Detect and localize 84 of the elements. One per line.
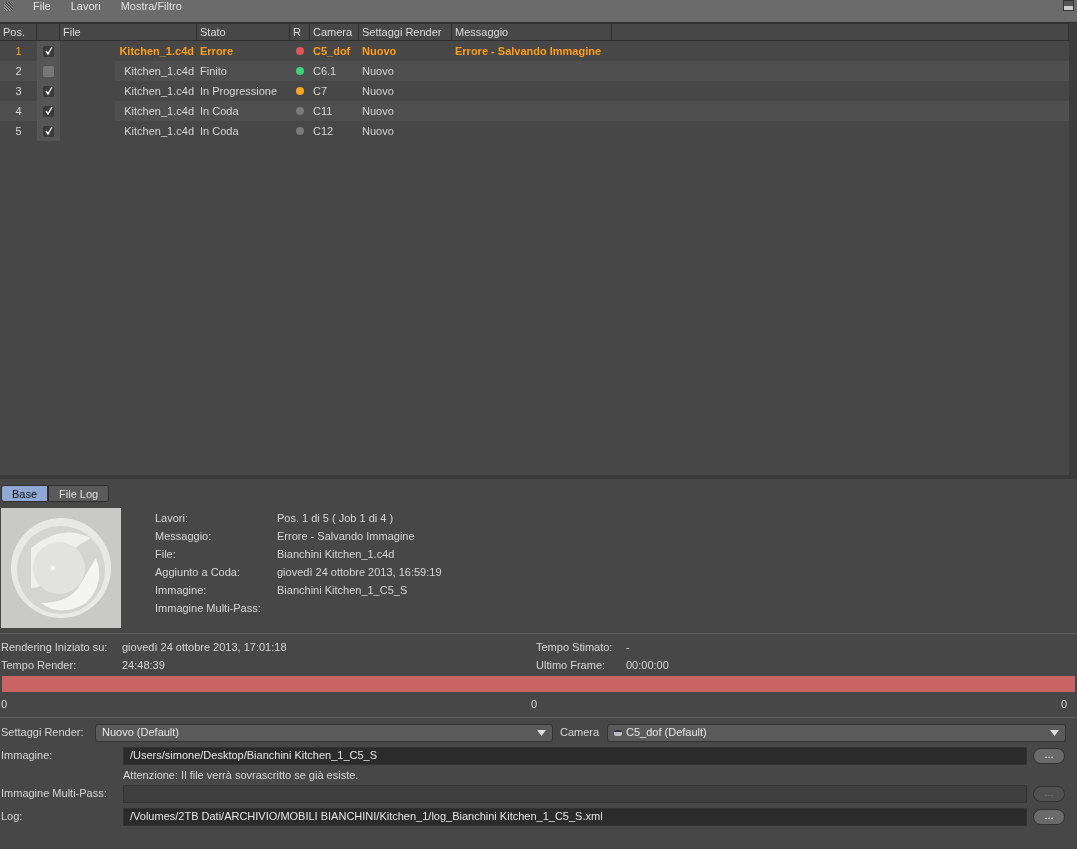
table-cell-text: In Coda [199,103,240,119]
info-label: Immagine Multi-Pass: [155,601,261,614]
input-field[interactable]: /Users/simone/Desktop/Bianchini Kitchen_1_C5_S [123,746,1027,765]
scale-label: 0 [530,697,538,712]
scale-label: 0 [1,697,8,712]
browse-button[interactable]: ... [1033,808,1065,825]
table-cell-text: In Coda [199,123,240,139]
table-cell-text: Kitchen_1.c4d [123,103,195,119]
stat-label: Tempo Render: [1,658,77,671]
table-cell-text: 2 [14,63,23,79]
menu-item[interactable]: Lavori [70,0,101,13]
table-cell-text: C7 [312,83,329,99]
table-cell-text: 1 [14,43,23,59]
input-field[interactable]: /Volumes/2TB Dati/ARCHIVIO/MOBILI BIANCHINI/Kitchen_1/log_Bianchini Kitchen_1_C5_S.xml [123,807,1027,826]
table-cell-text: Kitchen_1.c4d [123,63,195,79]
checkbox[interactable] [43,105,54,117]
info-value: Bianchini Kitchen_1.c4d [277,546,395,562]
table-cell-text: In Progressione [199,83,279,99]
tab[interactable]: File Log [48,485,110,502]
table-cell-text: Kitchen_1.c4d [118,43,195,59]
column-header[interactable]: Settaggi Render [359,24,452,40]
dropdown[interactable]: Nuovo (Default) [95,723,553,742]
stat-label: Tempo Stimato: [536,640,613,653]
stat-value: - [626,639,630,655]
field-label: Immagine Multi-Pass: [0,786,108,802]
info-value: giovedì 24 ottobre 2013, 16:59:19 [277,564,442,580]
info-label: Aggiunto a Coda: [155,565,240,578]
stat-label: Ultimo Frame: [536,658,606,671]
table-cell-text: 3 [14,83,23,99]
table-row[interactable]: 4 Kitchen_1.c4d In Coda C11 Nuovo [0,101,1069,121]
table-cell-text: C11 [312,103,334,119]
table-cell-text: Errore - Salvando Immagine [454,43,603,59]
camera-icon [614,729,622,736]
info-value: Pos. 1 di 5 ( Job 1 di 4 ) [277,510,394,526]
stat-value: 24:48:39 [122,658,165,671]
table-cell-text: C6.1 [312,63,338,79]
warning-text: Attenzione: Il file verrà sovrascritto se già esiste. [123,768,359,781]
stat-label: Rendering Iniziato su: [1,640,108,653]
checkbox[interactable] [43,65,54,77]
column-header[interactable]: File [60,24,197,40]
stat-value: 00:00:00 [626,657,669,673]
column-header[interactable]: Messaggio [452,24,612,40]
table-cell-text: Nuovo [361,83,395,99]
field-label: Immagine: [0,748,54,764]
tab[interactable]: Base [1,485,49,502]
checkbox[interactable] [43,85,54,97]
info-value: Bianchini Kitchen_1_C5_S [277,582,408,598]
table-cell-text: Nuovo [361,123,395,139]
checkbox[interactable] [43,45,54,57]
table-cell-text: 5 [14,123,23,139]
field-label: Settaggi Render: [0,725,85,741]
info-label: File: [155,547,176,560]
dropdown[interactable]: C5_dof (Default) [607,723,1066,742]
menu-item[interactable]: File [33,0,51,13]
info-label: Lavori: [155,511,189,524]
menu-item[interactable]: Mostra/Filtro [120,0,182,13]
table-cell-text: Nuovo [361,103,395,119]
caret-icon [1050,729,1059,736]
window-button[interactable] [1063,0,1074,11]
table-cell-text: Kitchen_1.c4d [123,83,195,99]
table-cell-text: Nuovo [361,43,398,59]
table-cell-text: Nuovo [361,63,395,79]
stat-value: giovedì 24 ottobre 2013, 17:01:18 [122,640,287,653]
field-label: Camera [560,725,601,741]
info-value: Errore - Salvando Immagine [277,528,415,544]
scale-label: 0 [1060,697,1067,712]
browse-button[interactable]: ... [1033,747,1065,764]
table-row[interactable]: 2 Kitchen_1.c4d Finito C6.1 Nuovo [0,61,1069,81]
table-cell-text: C5_dof [312,43,352,59]
table-cell-text: Finito [199,63,228,79]
table-cell-text: Errore [199,43,235,59]
column-header[interactable]: R [290,24,310,40]
column-header[interactable]: Camera [310,24,359,40]
field-label: Log: [0,809,24,825]
info-label: Immagine: [155,583,207,596]
table-cell-text: Kitchen_1.c4d [123,123,195,139]
column-header[interactable]: Pos. [0,24,37,40]
grip-icon[interactable] [4,2,13,11]
table-cell-text: C12 [312,123,335,139]
table-cell-text: 4 [14,103,23,119]
caret-icon [537,729,546,736]
info-label: Messaggio: [155,529,212,542]
checkbox[interactable] [43,125,54,137]
column-header[interactable]: Stato [197,24,290,40]
